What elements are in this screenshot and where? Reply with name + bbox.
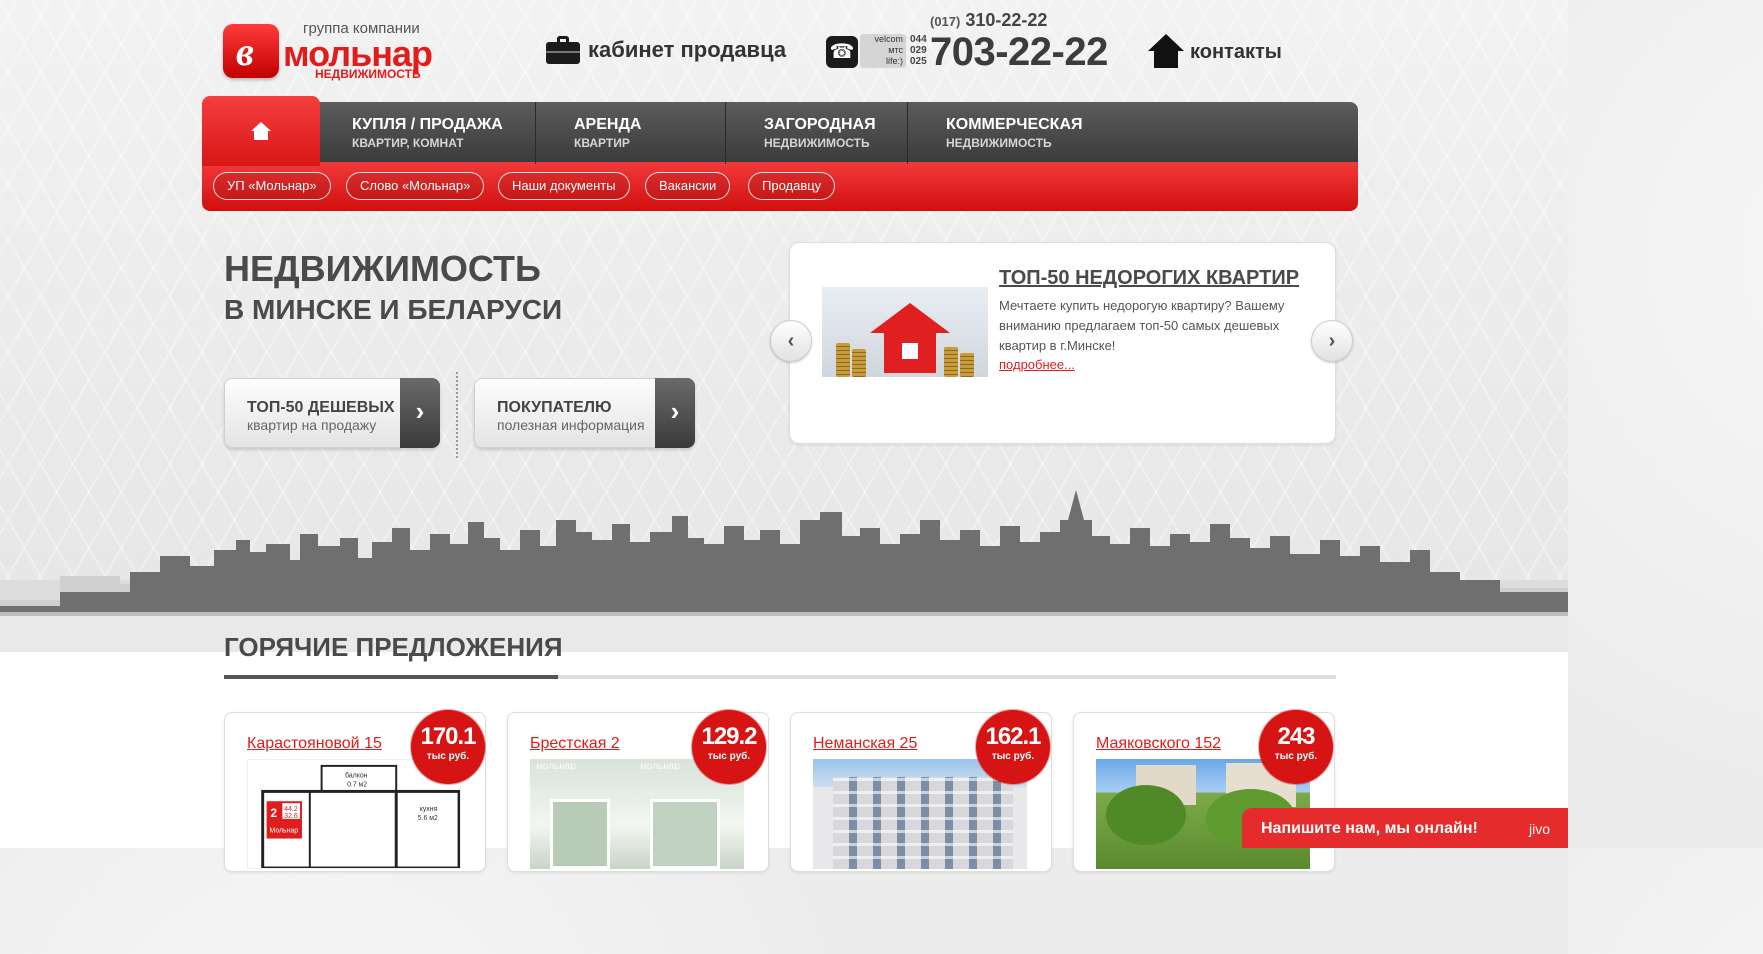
live-chat-button[interactable]: Напишите нам, мы онлайн! jivo: [1242, 808, 1568, 848]
plan-balcony-area: 0.7 м2: [347, 782, 367, 789]
operator: velcom: [874, 34, 903, 44]
nav-item-commercial[interactable]: КОММЕРЧЕСКАЯ НЕДВИЖИМОСТЬ: [908, 102, 1110, 164]
price-badge: 162.1 тыс руб.: [980, 714, 1046, 780]
nav-item-subtitle: КВАРТИР: [574, 136, 630, 150]
slide-image[interactable]: [822, 287, 988, 377]
jivo-logo: jivo: [1528, 821, 1550, 837]
logo-badge-letter: в: [236, 29, 254, 74]
city-skyline-image: [0, 490, 1568, 652]
cta-subtitle: квартир на продажу: [247, 417, 377, 433]
price-badge: 170.1 тыс руб.: [415, 714, 481, 780]
section-divider-accent: [224, 675, 558, 679]
buyer-info-button[interactable]: ПОКУПАТЕЛЮ полезная информация ›: [474, 378, 695, 448]
nav-item-title: АРЕНДА: [574, 116, 642, 133]
phone-city[interactable]: (017) 310-22-22: [930, 10, 1047, 31]
hot-offers-title: ГОРЯЧИЕ ПРЕДЛОЖЕНИЯ: [224, 632, 563, 662]
nav-item-title: ЗАГОРОДНАЯ: [764, 116, 876, 133]
price-badge: 129.2 тыс руб.: [696, 714, 762, 780]
offer-title[interactable]: Маяковского 152: [1096, 735, 1221, 753]
phone-icon: ☎: [826, 36, 858, 68]
nav-item-country[interactable]: ЗАГОРОДНАЯ НЕДВИЖИМОСТЬ: [726, 102, 908, 164]
price-unit: тыс руб.: [1274, 751, 1318, 762]
hero-subtitle: В МИНСКЕ И БЕЛАРУСИ: [224, 294, 563, 325]
chevron-right-icon: ›: [655, 378, 695, 448]
plan-room-count: 2: [271, 807, 278, 820]
photo-watermark: мольнар: [640, 761, 680, 772]
plan-balcony-label: балкон: [345, 772, 367, 780]
nav-item-subtitle: НЕДВИЖИМОСТЬ: [946, 136, 1052, 150]
slide-more-link[interactable]: подробнее...: [999, 357, 1075, 372]
cta-title: ПОКУПАТЕЛЮ: [497, 399, 612, 416]
slider-next-button[interactable]: ›: [1311, 320, 1353, 362]
floor-plan-image: балкон 0.7 м2 кухня 5.6 м2 2 44.2 32.6 М…: [247, 759, 461, 869]
price-value: 243: [1277, 723, 1315, 750]
plan-kitchen-area: 5.6 м2: [418, 815, 438, 822]
operator-code: 044: [910, 34, 927, 45]
company-logo[interactable]: в группа компании мольнар НЕДВИЖИМОСТЬ: [223, 20, 448, 81]
slide-title[interactable]: ТОП-50 НЕДОРОГИХ КВАРТИР: [999, 267, 1299, 290]
logo-badge: в: [223, 24, 279, 78]
cta-title: ТОП-50 ДЕШЕВЫХ: [247, 399, 395, 416]
nav-item-subtitle: КВАРТИР, КОМНАТ: [352, 136, 464, 150]
offer-title[interactable]: Брестская 2: [530, 735, 620, 753]
nav-item-title: КУПЛЯ / ПРОДАЖА: [352, 116, 503, 133]
hero-title: НЕДВИЖИМОСТЬ: [224, 248, 541, 289]
slide-text: Мечтаете купить недорогую квартиру? Ваше…: [999, 298, 1285, 353]
cta-subtitle: полезная информация: [497, 417, 645, 433]
top50-cheap-button[interactable]: ТОП-50 ДЕШЕВЫХ квартир на продажу ›: [224, 378, 440, 448]
contacts-link[interactable]: контакты: [1148, 34, 1282, 70]
contacts-label: контакты: [1190, 40, 1282, 63]
operator-code: 025: [910, 56, 927, 67]
chevron-right-icon: ›: [400, 378, 440, 448]
price-value: 170.1: [420, 723, 476, 750]
operator: life:): [885, 56, 903, 66]
operator-code: 029: [910, 45, 927, 56]
subnav-documents[interactable]: Наши документы: [498, 172, 630, 200]
briefcase-icon: [546, 36, 580, 64]
home-icon: [1148, 34, 1184, 70]
seller-cabinet-link[interactable]: кабинет продавца: [546, 36, 786, 64]
offer-title[interactable]: Карастояновой 15: [247, 735, 382, 753]
operators-list: velcom мтс life:): [860, 34, 906, 68]
logo-sub-text: НЕДВИЖИМОСТЬ: [315, 67, 421, 81]
subnav-vacancies[interactable]: Вакансии: [645, 172, 731, 200]
plan-brand: Мольнар: [270, 828, 299, 835]
divider: [456, 372, 458, 458]
subnav-company[interactable]: УП «Мольнар»: [213, 172, 331, 200]
plan-kitchen-label: кухня: [420, 806, 438, 813]
nav-item-buy-sell[interactable]: КУПЛЯ / ПРОДАЖА КВАРТИР, КОМНАТ: [320, 102, 536, 164]
nav-item-rent[interactable]: АРЕНДА КВАРТИР: [536, 102, 726, 164]
offer-title[interactable]: Неманская 25: [813, 735, 917, 753]
photo-watermark: мольнар: [536, 761, 576, 772]
chevron-right-icon: ›: [1328, 330, 1336, 352]
main-navigation: КУПЛЯ / ПРОДАЖА КВАРТИР, КОМНАТ АРЕНДА К…: [202, 96, 1358, 211]
price-unit: тыс руб.: [426, 751, 470, 762]
chevron-left-icon: ‹: [787, 330, 795, 352]
operator: мтс: [888, 45, 903, 55]
price-badge: 243 тыс руб.: [1263, 714, 1329, 780]
nav-home-button[interactable]: [202, 96, 320, 166]
nav-item-title: КОММЕРЧЕСКАЯ: [946, 116, 1083, 133]
phone-mobile[interactable]: 703-22-22: [930, 30, 1108, 75]
slider-prev-button[interactable]: ‹: [770, 320, 812, 362]
seller-cabinet-label: кабинет продавца: [588, 37, 787, 62]
home-icon: [251, 122, 271, 140]
subnav-word[interactable]: Слово «Мольнар»: [346, 172, 485, 200]
price-unit: тыс руб.: [991, 751, 1035, 762]
chat-label: Напишите нам, мы онлайн!: [1261, 820, 1478, 837]
price-unit: тыс руб.: [707, 751, 751, 762]
price-value: 129.2: [701, 723, 757, 750]
phone-city-number: 310-22-22: [965, 10, 1048, 30]
phone-block: (017) 310-22-22 ☎ velcom мтс life:) 044 …: [826, 4, 1126, 74]
operator-codes: 044 029 025: [910, 34, 927, 67]
promo-slider: ТОП-50 НЕДОРОГИХ КВАРТИР Мечтаете купить…: [789, 242, 1336, 444]
building-photo: [813, 759, 1027, 869]
plan-area-living: 32.6: [284, 813, 298, 820]
nav-item-subtitle: НЕДВИЖИМОСТЬ: [764, 136, 870, 150]
price-value: 162.1: [985, 723, 1041, 750]
subnav-seller[interactable]: Продавцу: [748, 172, 836, 200]
phone-city-code: (017): [930, 14, 961, 29]
